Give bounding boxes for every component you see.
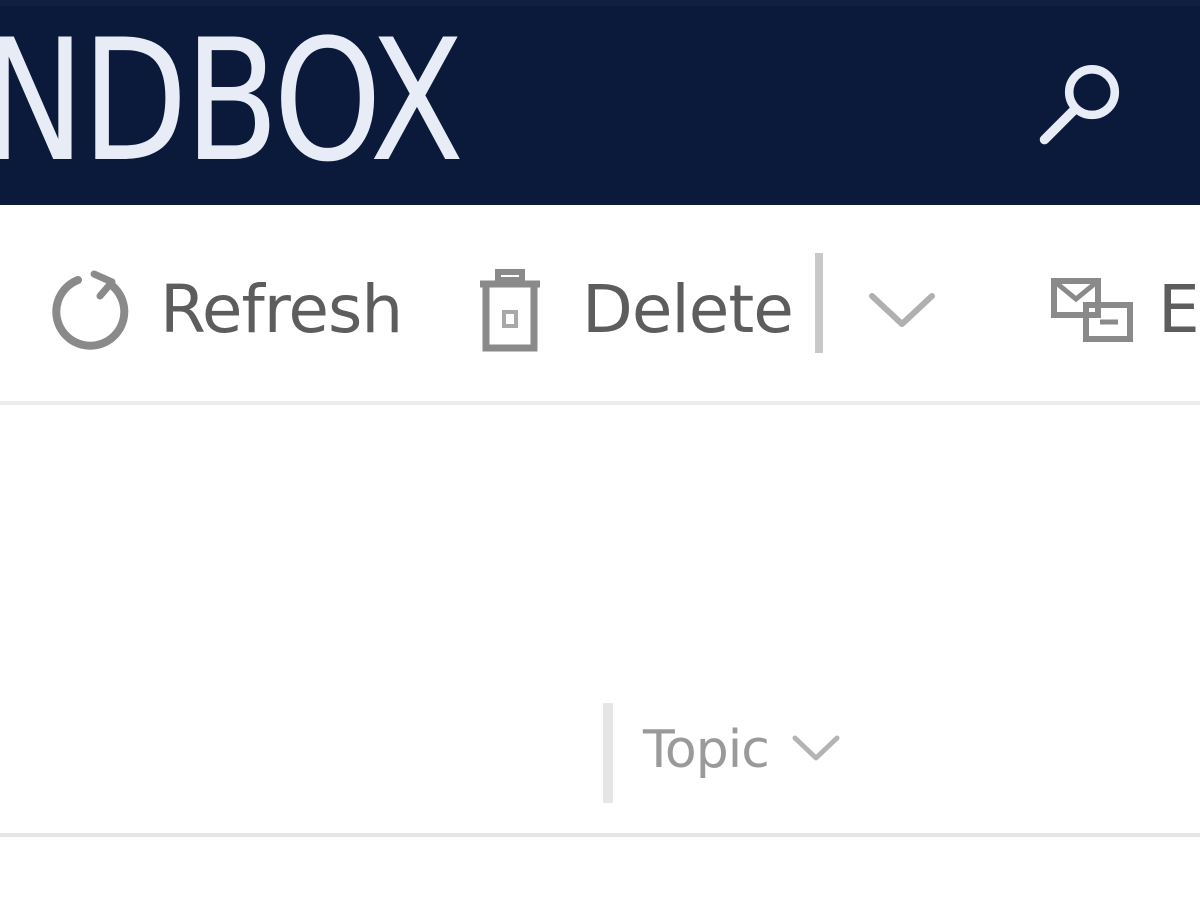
email-link-button[interactable]: E [1050,265,1200,355]
refresh-icon [48,268,132,352]
app-title: NDBOX [0,3,464,199]
grid-area: Topic [0,405,1200,837]
top-navigation-bar: NDBOX [0,0,1200,205]
search-icon-graphic [1039,65,1120,145]
delete-label: Delete [582,271,794,348]
chevron-down-icon [791,733,841,767]
grid-body [0,837,1200,900]
email-link-label: E [1158,271,1200,348]
refresh-button[interactable]: Refresh [48,265,403,355]
chevron-down-icon [868,290,936,330]
refresh-label: Refresh [160,271,403,348]
email-link-icon [1050,275,1134,345]
app-window: NDBOX Refresh Delete E Topic [0,0,1200,900]
command-separator [815,253,823,353]
delete-button[interactable]: Delete [478,265,794,355]
column-header-label: Topic [643,720,770,780]
command-bar: Refresh Delete E [0,205,1200,405]
more-commands-button[interactable] [868,265,936,355]
column-header-topic[interactable]: Topic [643,705,841,795]
column-separator[interactable] [603,703,613,803]
search-icon[interactable] [1035,56,1130,151]
trash-icon [478,268,542,352]
